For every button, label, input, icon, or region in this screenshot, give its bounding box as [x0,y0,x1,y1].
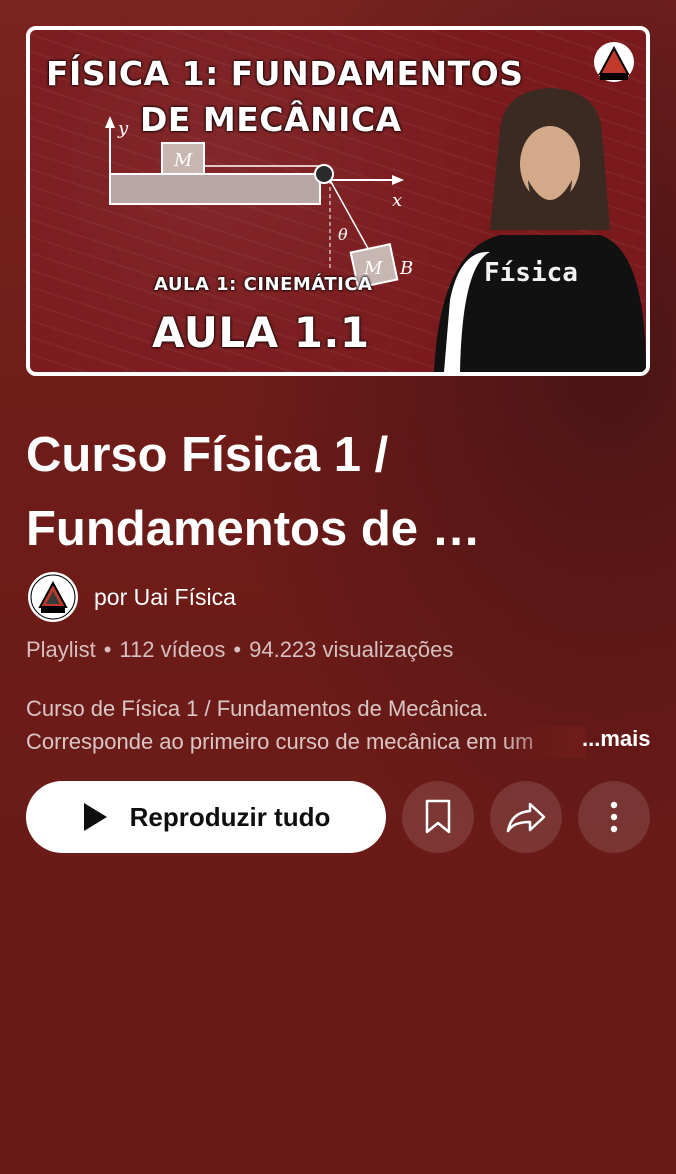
thumbnail-title-line1: FÍSICA 1: FUNDAMENTOS [46,54,524,93]
save-playlist-button[interactable] [402,781,474,853]
share-button[interactable] [490,781,562,853]
playlist-meta: Playlist • 112 vídeos • 94.223 visualizações [26,637,453,663]
meta-separator: • [233,637,242,662]
playlist-title: Curso Física 1 / Fundamentos de … [26,428,481,556]
author-name[interactable]: por Uai Física [94,584,236,611]
thumbnail-title-line2: DE MECÂNICA [140,100,402,139]
playlist-type: Playlist [26,637,96,662]
diagram-label-y: y [117,118,129,139]
diagram-label-theta: θ [338,225,348,244]
play-all-button[interactable]: Reproduzir tudo [26,781,386,853]
meta-separator: • [103,637,112,662]
description-line2: Corresponde ao primeiro curso de mecânic… [26,729,534,754]
video-count: 112 vídeos [119,637,226,662]
channel-logo-icon [30,574,76,620]
description-fade [500,726,586,758]
view-count: 94.223 visualizações [249,637,454,662]
bookmark-icon [425,799,451,834]
channel-logo-icon [594,42,634,82]
more-options-button[interactable] [578,781,650,853]
shirt-text: Física [484,258,578,288]
thumbnail-lesson: AULA 1.1 [152,308,370,357]
play-icon [83,803,107,831]
channel-avatar[interactable] [28,572,78,622]
play-all-label: Reproduzir tudo [129,801,331,832]
diagram-label-x: x [392,190,402,211]
more-vert-icon [610,801,618,833]
more-link[interactable]: ...mais [582,726,650,752]
thumbnail-subtitle: AULA 1: CINEMÁTICA [154,274,373,295]
share-icon [506,802,546,833]
diagram-label-b: B [399,258,413,279]
description-line1: Curso de Física 1 / Fundamentos de Mecân… [26,696,489,721]
diagram-label-m1: M [173,150,193,171]
playlist-thumbnail[interactable]: yxMMBθ FÍSICA 1: FUNDAMENTOS DE MECÂNICA… [26,26,650,376]
author-row[interactable]: por Uai Física [28,572,236,622]
